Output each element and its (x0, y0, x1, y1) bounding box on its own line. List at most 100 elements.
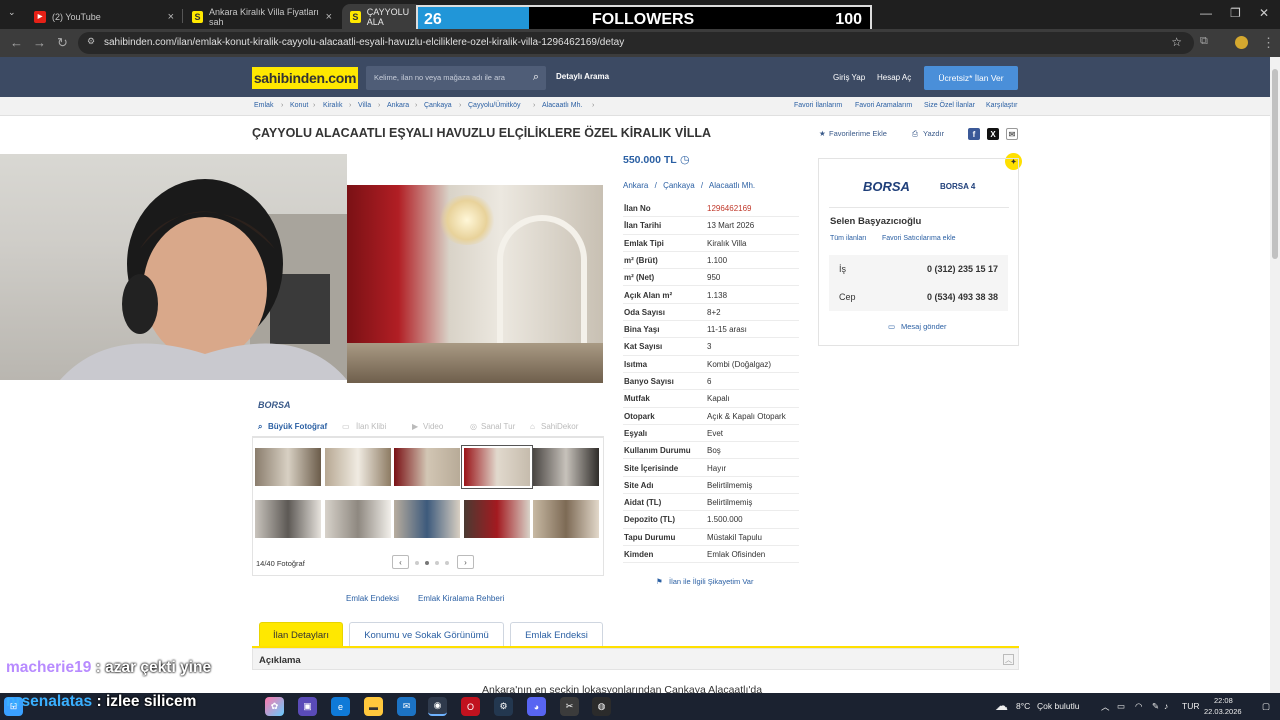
print-icon[interactable]: ⎙ (912, 129, 918, 139)
phone-number[interactable]: 0 (312) 235 15 17 (927, 264, 998, 274)
profile-avatar[interactable] (1235, 36, 1248, 49)
tab-kiralik[interactable]: S Ankara Kiralık Villa Fiyatları sah × (184, 4, 340, 29)
quicklink-fav-searches[interactable]: Favori Aramalarım (855, 102, 912, 109)
capcut-icon[interactable]: ✂ (560, 697, 579, 716)
thumbnail[interactable] (394, 500, 460, 538)
seller-logo[interactable]: BORSA (863, 179, 910, 194)
file-explorer-icon[interactable]: ▬ (364, 697, 383, 716)
location-neighborhood[interactable]: Alacaatlı Mh. (709, 181, 755, 190)
rental-guide-link[interactable]: Emlak Kiralama Rehberi (418, 594, 504, 603)
tab-youtube[interactable]: ▶ (2) YouTube × (26, 4, 182, 29)
mail-app-icon[interactable]: ✉ (397, 697, 416, 716)
quicklink-for-you[interactable]: Size Özel İlanlar (924, 102, 975, 109)
listing-main-photo[interactable] (347, 185, 603, 383)
thumbnail[interactable] (255, 500, 321, 538)
message-icon[interactable]: ▭ (888, 322, 895, 331)
breadcrumb-item[interactable]: Villa (358, 102, 371, 109)
flag-icon[interactable]: ⚑ (656, 577, 663, 586)
volume-icon[interactable]: ♪ (1164, 701, 1168, 711)
pager-dot-active[interactable] (425, 561, 429, 565)
tab-search-icon[interactable]: ⌄ (8, 7, 16, 18)
post-ad-button[interactable]: Ücretsiz* İlan Ver (924, 66, 1018, 90)
pager-dot[interactable] (445, 561, 449, 565)
pager-dot[interactable] (415, 561, 419, 565)
tab-listing-details[interactable]: İlan Detayları (259, 622, 343, 647)
bookmark-star-icon[interactable]: ☆ (1171, 35, 1182, 49)
tray-chevron-icon[interactable]: ︿ (1101, 701, 1110, 713)
quicklink-fav-listings[interactable]: Favori İlanlarım (794, 102, 842, 109)
gallery-tab-large-photo[interactable]: Büyük Fotoğraf (268, 422, 327, 431)
thumbnail-selected[interactable] (461, 445, 533, 489)
description-section-header[interactable]: Açıklama ︿ (252, 648, 1019, 670)
opera-icon[interactable]: O (461, 697, 480, 716)
price-history-icon[interactable]: ◷ (680, 153, 690, 166)
discord-icon[interactable]: ◕ (527, 697, 546, 716)
chrome-icon[interactable]: ◉ (428, 697, 447, 716)
location-city[interactable]: Ankara (623, 181, 648, 190)
minimize-icon[interactable]: — (1200, 6, 1212, 20)
maximize-icon[interactable]: ❐ (1230, 6, 1241, 20)
search-icon[interactable]: ⌕ (533, 71, 539, 84)
register-link[interactable]: Hesap Aç (877, 73, 911, 82)
breadcrumb-item[interactable]: Alacaatlı Mh. (542, 102, 582, 109)
collapse-icon[interactable]: ︿ (1003, 654, 1014, 665)
close-icon[interactable]: × (168, 11, 174, 23)
add-favorite-link[interactable]: Favorilerime Ekle (829, 129, 887, 138)
emlak-endeksi-link[interactable]: Emlak Endeksi (346, 594, 399, 603)
detailed-search-link[interactable]: Detaylı Arama (556, 72, 609, 81)
breadcrumb-item[interactable]: Konut (290, 102, 308, 109)
pen-icon[interactable]: ✎ (1152, 701, 1159, 712)
breadcrumb-item[interactable]: Çankaya (424, 102, 452, 109)
thumbnail[interactable] (255, 448, 321, 486)
breadcrumb-item[interactable]: Emlak (254, 102, 273, 109)
url-box[interactable]: ⚙ sahibinden.com/ilan/emlak-konut-kirali… (78, 32, 1194, 54)
steam-icon[interactable]: ⚙ (494, 697, 513, 716)
close-icon[interactable]: × (326, 11, 332, 23)
next-photo-button[interactable]: › (457, 555, 474, 569)
zoom-icon[interactable]: ⌕ (258, 422, 262, 432)
prev-photo-button[interactable]: ‹ (392, 555, 409, 569)
search-input[interactable]: Kelime, ilan no veya mağaza adı ile ara … (366, 66, 546, 90)
breadcrumb-item[interactable]: Kiralık (323, 102, 342, 109)
scrollbar-thumb[interactable] (1272, 69, 1278, 259)
facebook-icon[interactable]: f (968, 128, 980, 140)
thumbnail[interactable] (325, 448, 391, 486)
thumbnail[interactable] (533, 448, 599, 486)
pager-dot[interactable] (435, 561, 439, 565)
all-listings-link[interactable]: Tüm ilanları (830, 235, 867, 242)
forward-icon[interactable]: → (33, 35, 46, 50)
thumbnail[interactable] (533, 500, 599, 538)
quicklink-compare[interactable]: Karşılaştır (986, 102, 1018, 109)
mail-icon[interactable]: ✉ (1006, 128, 1018, 140)
tab-listing[interactable]: S ÇAYYOLU ALA (342, 4, 422, 29)
network-icon[interactable]: ▭ (1117, 701, 1125, 712)
extensions-icon[interactable]: ⧉ (1200, 35, 1208, 48)
thumbnail[interactable] (464, 500, 530, 538)
thumbnail[interactable] (394, 448, 460, 486)
tab-emlak-endeksi[interactable]: Emlak Endeksi (510, 622, 603, 647)
thumbnail[interactable] (325, 500, 391, 538)
copilot-icon[interactable]: ✿ (265, 697, 284, 716)
complaint-link[interactable]: İlan ile İlgili Şikayetim Var (669, 577, 753, 586)
send-message-link[interactable]: Mesaj gönder (901, 322, 946, 331)
edge-icon[interactable]: e (331, 697, 350, 716)
breadcrumb-item[interactable]: Ankara (387, 102, 409, 109)
app-icon[interactable]: ▣ (298, 697, 317, 716)
notification-icon[interactable]: ▢ (1262, 701, 1270, 712)
obs-icon[interactable]: ◍ (592, 697, 611, 716)
clock-time[interactable]: 22:08 (1214, 696, 1233, 705)
seller-store-name[interactable]: BORSA 4 (940, 182, 975, 191)
clock-date[interactable]: 22.03.2026 (1204, 707, 1242, 716)
fav-seller-link[interactable]: Favori Satıcılarıma ekle (882, 235, 956, 242)
location-district[interactable]: Çankaya (663, 181, 695, 190)
window-close-icon[interactable]: ✕ (1259, 6, 1269, 20)
language-indicator[interactable]: TUR (1182, 701, 1199, 711)
site-logo[interactable]: sahibinden.com (252, 67, 358, 89)
phone-number[interactable]: 0 (534) 493 38 38 (927, 292, 998, 302)
site-info-icon[interactable]: ⚙ (87, 36, 95, 47)
reload-icon[interactable]: ↻ (57, 35, 68, 51)
back-icon[interactable]: ← (10, 35, 23, 50)
x-icon[interactable]: X (987, 128, 999, 140)
page-scrollbar[interactable] (1270, 57, 1280, 693)
tab-location-street-view[interactable]: Konumu ve Sokak Görünümü (349, 622, 504, 647)
